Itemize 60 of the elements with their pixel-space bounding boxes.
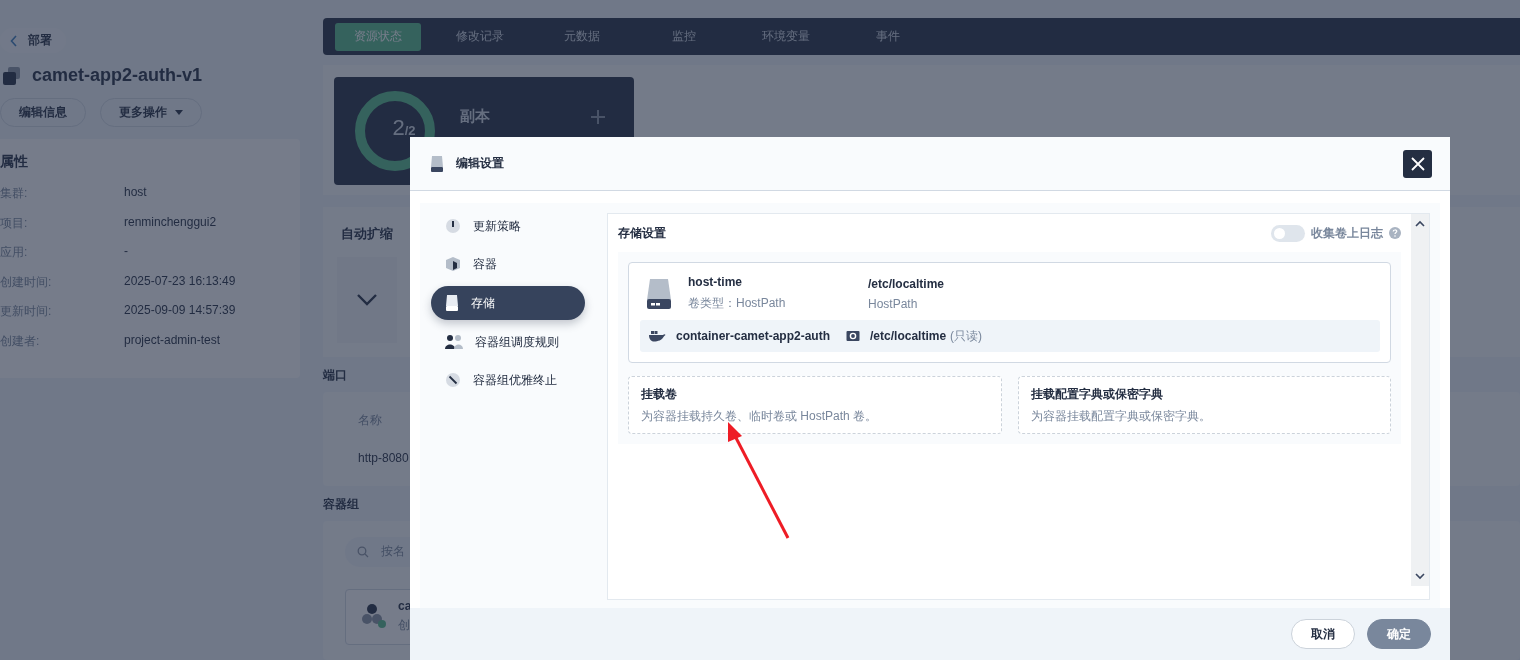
toggle-switch[interactable] <box>1271 224 1305 242</box>
dialog-button[interactable]: 确定 <box>1367 619 1431 649</box>
pods-heading: 容器组 <box>323 495 359 513</box>
toggle-label: 收集卷上日志 <box>1311 224 1383 242</box>
dialog-button[interactable]: 取消 <box>1291 619 1355 649</box>
card-description: 为容器挂载配置字典或保密字典。 <box>1030 407 1212 425</box>
caret-down-icon <box>175 110 183 115</box>
box-icon <box>445 256 461 272</box>
settings-nav-item[interactable]: 更新策略 <box>431 210 585 242</box>
container-name: container-camet-app2-auth <box>676 329 831 343</box>
settings-nav-item[interactable]: 容器组调度规则 <box>431 326 585 358</box>
mount-path: /etc/localtime <box>870 329 947 343</box>
card-description: 为容器挂载持久卷、临时卷或 HostPath 卷。 <box>641 407 879 425</box>
close-button[interactable] <box>1403 149 1432 178</box>
properties-heading: 属性 <box>0 153 29 171</box>
property-value: project-admin-test <box>124 332 221 347</box>
card-title: 挂载配置字典或保密字典 <box>1030 385 1164 403</box>
disk-icon <box>646 277 672 310</box>
section-title: 存储设置 <box>618 224 666 242</box>
cube-icon <box>2 65 22 86</box>
volume-path: /etc/localtime <box>868 276 946 291</box>
property-value: 2025-09-09 14:57:39 <box>124 303 236 317</box>
slash-circle-icon <box>445 372 461 388</box>
search-icon <box>357 545 369 558</box>
dialog-title: 编辑设置 <box>456 155 505 172</box>
settings-nav-item[interactable]: 容器组优雅终止 <box>431 364 585 396</box>
disk-icon <box>445 294 459 312</box>
access-mode: (只读) <box>950 327 983 345</box>
replica-title: 副本 <box>460 106 490 126</box>
action-button[interactable]: 编辑信息 <box>0 98 86 127</box>
chevron-down-icon[interactable] <box>1415 573 1425 580</box>
replica-count: 2/2 <box>391 115 417 141</box>
card-title: 挂载卷 <box>641 385 678 403</box>
ports-heading: 端口 <box>323 367 347 385</box>
tab[interactable]: 修改记录 <box>437 22 523 51</box>
property-value: renminchenggui2 <box>124 214 217 229</box>
mount-icon <box>846 330 861 342</box>
chevron-up-icon[interactable] <box>1415 220 1425 227</box>
property-value: - <box>124 244 128 258</box>
table-cell: http-8080 <box>358 451 409 466</box>
disk-icon <box>430 154 444 173</box>
action-button[interactable]: 更多操作 <box>100 98 202 127</box>
volume-type: 卷类型：HostPath <box>688 295 787 312</box>
path-type: HostPath <box>868 296 919 311</box>
property-value: 2025-07-23 16:13:49 <box>124 273 236 288</box>
settings-nav-item[interactable]: 存储 <box>431 286 585 320</box>
add-mount-card[interactable]: 挂载配置字典或保密字典 为容器挂载配置字典或保密字典。 <box>1017 376 1391 434</box>
whale-icon <box>648 330 666 342</box>
close-icon <box>1410 156 1425 171</box>
autoscaling-title: 自动扩缩 <box>341 225 393 243</box>
property-value: host <box>124 185 147 199</box>
chevron-left-icon <box>10 34 18 47</box>
settings-nav-item[interactable]: 容器 <box>431 248 585 280</box>
users-icon <box>445 334 463 350</box>
add-mount-card[interactable]: 挂载卷 为容器挂载持久卷、临时卷或 HostPath 卷。 <box>628 376 1002 434</box>
gauge-icon <box>445 218 461 234</box>
volume-name: host-time <box>688 275 743 289</box>
help-icon[interactable] <box>1389 227 1401 239</box>
deployment-title: camet-app2-auth-v1 <box>32 65 203 86</box>
scrollbar[interactable] <box>1411 214 1429 586</box>
